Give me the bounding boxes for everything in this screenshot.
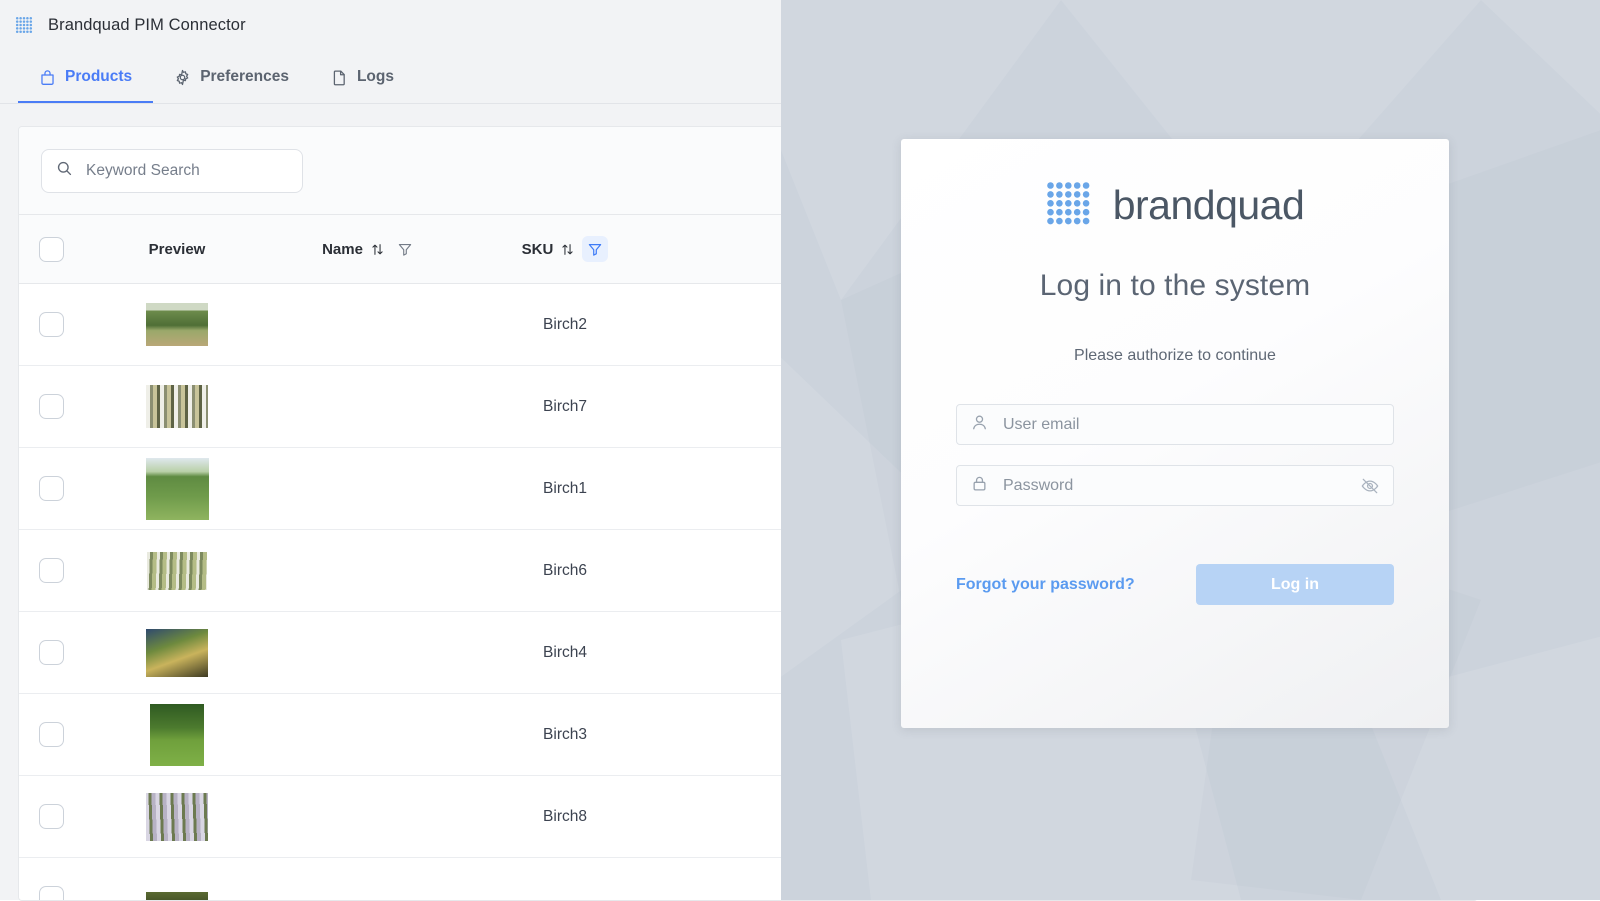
th-preview: Preview (84, 241, 270, 258)
login-overlay-pane: brandquad Log in to the system Please au… (781, 0, 1600, 900)
product-thumbnail (146, 458, 209, 520)
screen: Brandquad PIM Connector Products (0, 0, 1600, 900)
row-preview-cell (84, 704, 270, 766)
row-sku-value: Birch1 (470, 480, 660, 498)
row-select-cell (19, 394, 84, 419)
app-title: Brandquad PIM Connector (48, 16, 246, 35)
bag-icon (39, 69, 56, 86)
row-checkbox[interactable] (39, 886, 64, 901)
row-sku-value: Birch8 (470, 808, 660, 826)
row-select-cell (19, 722, 84, 747)
row-select-cell (19, 886, 84, 901)
th-sku: SKU (470, 236, 660, 262)
row-sku-value: Birch4 (470, 644, 660, 662)
dot-grid-logo-icon (15, 16, 34, 35)
row-preview-cell (84, 385, 270, 428)
login-title: Log in to the system (901, 269, 1449, 303)
row-sku-value: Birch6 (470, 562, 660, 580)
gear-icon (174, 69, 191, 86)
row-select-cell (19, 804, 84, 829)
row-preview-cell (84, 303, 270, 346)
email-input[interactable] (1001, 415, 1380, 435)
dot-grid-logo-icon (1046, 181, 1094, 229)
email-field[interactable] (956, 404, 1394, 445)
product-thumbnail (146, 303, 208, 346)
tab-logs[interactable]: Logs (310, 51, 415, 103)
row-checkbox[interactable] (39, 476, 64, 501)
search-icon (56, 160, 73, 182)
row-sku-value: Birch2 (470, 316, 660, 334)
sort-name-icon[interactable] (370, 242, 385, 257)
sort-sku-icon[interactable] (560, 242, 575, 257)
row-select-cell (19, 476, 84, 501)
row-checkbox[interactable] (39, 312, 64, 337)
row-sku-value: Birch7 (470, 398, 660, 416)
th-name: Name (270, 236, 470, 262)
brand-wordmark: brandquad (1113, 182, 1305, 229)
th-preview-label: Preview (149, 241, 206, 258)
filter-sku-icon[interactable] (582, 236, 608, 262)
login-subtitle: Please authorize to continue (901, 347, 1449, 365)
brand-lockup: brandquad (901, 181, 1449, 229)
row-select-cell (19, 640, 84, 665)
product-thumbnail (147, 552, 207, 590)
user-icon (970, 413, 989, 437)
select-all-cell (19, 237, 84, 262)
product-thumbnail (150, 704, 204, 766)
row-select-cell (19, 558, 84, 583)
lock-icon (970, 474, 989, 498)
eye-off-icon[interactable] (1360, 476, 1380, 496)
login-card: brandquad Log in to the system Please au… (901, 139, 1449, 728)
search-box[interactable] (41, 149, 303, 193)
row-preview-cell (84, 629, 270, 677)
search-input[interactable] (84, 161, 288, 181)
document-icon (331, 69, 348, 86)
password-field[interactable] (956, 465, 1394, 506)
filter-name-icon[interactable] (392, 236, 418, 262)
forgot-password-link[interactable]: Forgot your password? (956, 576, 1135, 594)
password-input[interactable] (1001, 476, 1348, 496)
row-checkbox[interactable] (39, 804, 64, 829)
tab-logs-label: Logs (357, 68, 394, 86)
row-preview-cell (84, 458, 270, 520)
select-all-checkbox[interactable] (39, 237, 64, 262)
row-preview-cell (84, 793, 270, 841)
login-actions: Forgot your password? Log in (956, 564, 1394, 605)
row-checkbox[interactable] (39, 394, 64, 419)
tab-preferences-label: Preferences (200, 68, 289, 86)
row-checkbox[interactable] (39, 558, 64, 583)
tab-products[interactable]: Products (18, 51, 153, 103)
row-checkbox[interactable] (39, 640, 64, 665)
tab-products-label: Products (65, 68, 132, 86)
product-thumbnail (146, 385, 208, 428)
row-preview-cell (84, 552, 270, 590)
tab-preferences[interactable]: Preferences (153, 51, 310, 103)
th-sku-label: SKU (522, 241, 554, 258)
product-thumbnail (146, 629, 208, 677)
product-thumbnail (146, 793, 208, 841)
th-name-label: Name (322, 241, 363, 258)
row-select-cell (19, 312, 84, 337)
row-sku-value: Birch3 (470, 726, 660, 744)
login-submit-button[interactable]: Log in (1196, 564, 1394, 605)
row-checkbox[interactable] (39, 722, 64, 747)
